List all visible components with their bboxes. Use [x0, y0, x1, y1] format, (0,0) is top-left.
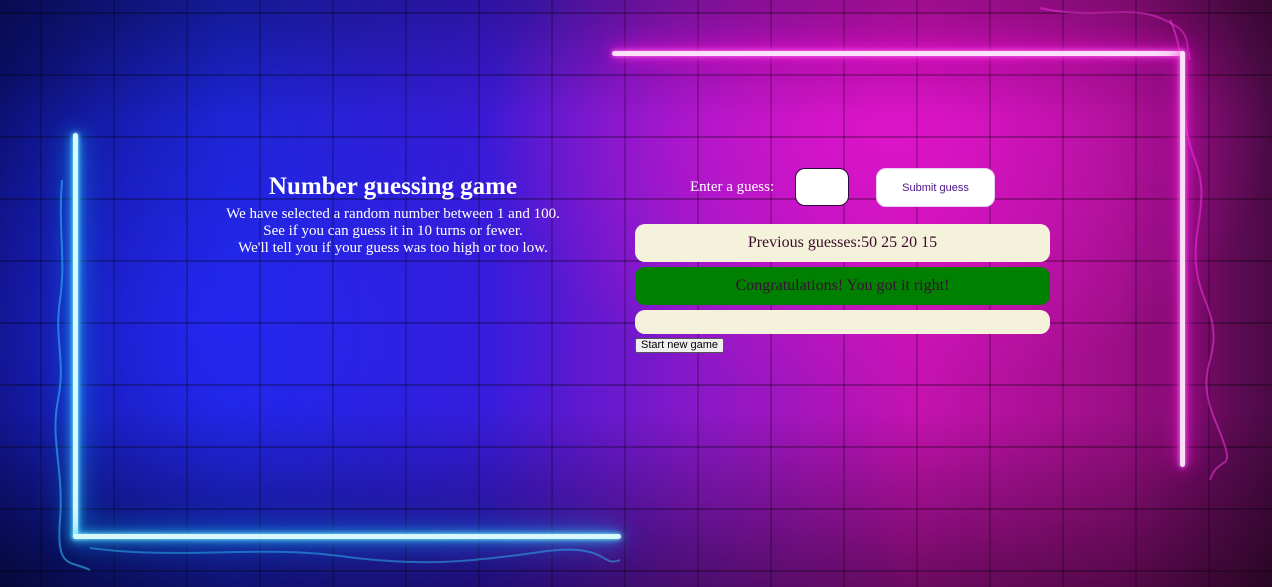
last-result-panel: Congratulations! You got it right! [635, 267, 1050, 305]
neon-tube-blue-horizontal [73, 534, 621, 539]
previous-guesses-panel: Previous guesses:50 25 20 15 [635, 224, 1050, 262]
intro-line-feedback: We'll tell you if your guess was too hig… [238, 240, 548, 256]
neon-tube-blue-vertical [73, 133, 78, 539]
low-or-high-hint-panel [635, 310, 1050, 334]
page-title: Number guessing game [268, 173, 518, 200]
previous-guesses-values: 50 25 20 15 [861, 234, 938, 251]
guess-input[interactable] [795, 168, 849, 206]
guess-field-label: Enter a guess: [690, 179, 775, 195]
neon-tube-pink-vertical [1180, 51, 1185, 467]
intro-section: Number guessing game We have selected a … [193, 171, 593, 257]
start-new-game-button[interactable]: Start new game [635, 338, 725, 353]
previous-guesses-label: Previous guesses: [747, 234, 862, 251]
intro-line-range: We have selected a random number between… [226, 206, 560, 222]
guess-form: Enter a guess: Submit guess [635, 168, 1050, 208]
neon-tube-pink-horizontal [612, 51, 1185, 56]
submit-guess-button[interactable]: Submit guess [876, 168, 995, 207]
intro-line-turns: See if you can guess it in 10 turns or f… [263, 223, 523, 239]
